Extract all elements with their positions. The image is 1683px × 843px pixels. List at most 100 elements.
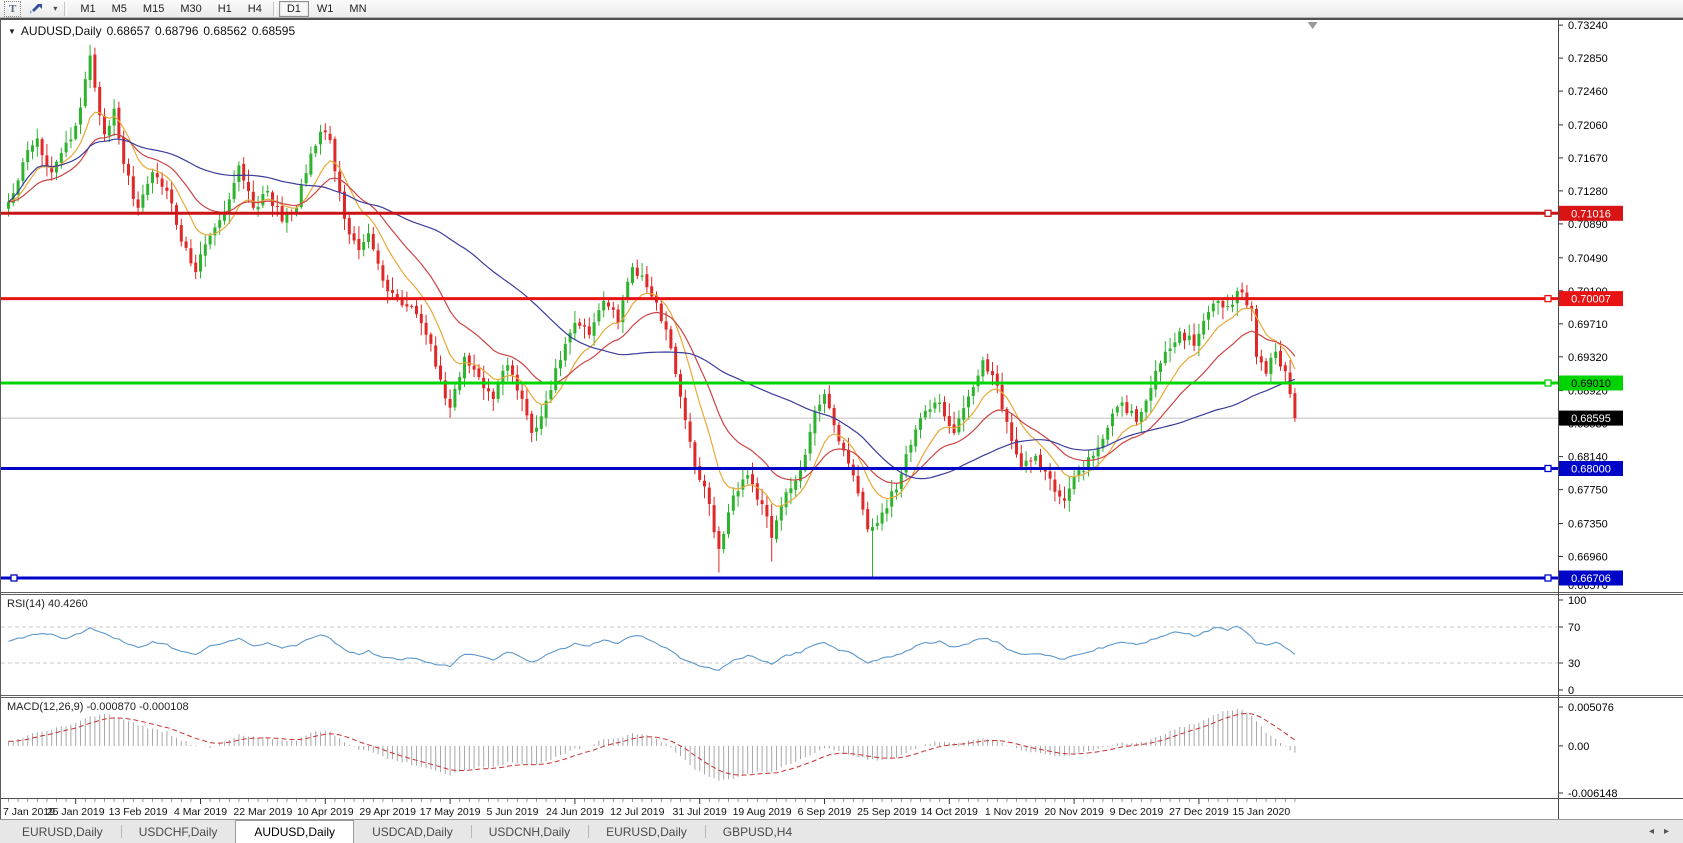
ohlc-open: 0.68657 [107,24,150,38]
date-label: 27 Dec 2019 [1169,806,1229,818]
timeframe-button-mn[interactable]: MN [341,1,374,17]
macd-axis[interactable]: 0.0050760.00-0.006148 [1559,695,1683,798]
text-tool-button[interactable]: T [4,1,21,17]
shift-marker-icon[interactable] [1308,22,1318,29]
main-chart-pane[interactable]: ▼ AUDUSD,Daily 0.68657 0.68796 0.68562 0… [1,18,1558,592]
ma-mid-line [9,134,1295,483]
macd-pane[interactable]: MACD(12,26,9) -0.000870 -0.000108 [1,695,1558,798]
timeframe-button-m5[interactable]: M5 [104,1,135,17]
timeframe-button-m15[interactable]: M15 [135,1,172,17]
macd-tick-label: -0.006148 [1568,788,1618,798]
chevron-down-icon: ▾ [53,4,57,13]
svg-text:0.70007: 0.70007 [1571,294,1611,306]
svg-text:0.66706: 0.66706 [1571,573,1611,585]
hline-handle[interactable] [1545,210,1551,216]
chart-tab-usdcnh-daily[interactable]: USDCNH,Daily [471,820,588,843]
rsi-tick-label: 30 [1568,658,1580,670]
rsi-tick-label: 70 [1568,622,1580,634]
styler-dropdown-button[interactable]: ▾ [51,1,59,17]
rsi-pane[interactable]: RSI(14) 40.4260 [1,592,1558,695]
timeframe-button-w1[interactable]: W1 [309,1,342,17]
chart-tabs: EURUSD,DailyUSDCHF,DailyAUDUSD,DailyUSDC… [0,820,1635,843]
svg-text:0.68000: 0.68000 [1571,464,1611,476]
price-badge-0.71016: 0.71016 [1559,206,1623,221]
chart-tab-gbpusd-h4[interactable]: GBPUSD,H4 [705,820,810,843]
rsi-line [9,626,1295,670]
ohlc-close: 0.68595 [252,24,295,38]
symbol-period-label: AUDUSD,Daily [21,24,102,38]
candlestick-chart[interactable] [1,20,1558,592]
top-toolbar: T ▾ M1M5M15M30H1H4 D1W1MN [0,0,1683,18]
hline-handle[interactable] [1545,466,1551,472]
price-tick-label: 0.71670 [1568,153,1608,165]
rsi-chart[interactable] [1,595,1558,695]
chart-tab-audusd-daily[interactable]: AUDUSD,Daily [235,820,354,843]
chart-tab-eurusd-daily[interactable]: EURUSD,Daily [4,820,121,843]
hline-handle[interactable] [1545,380,1551,386]
date-label: 9 Dec 2019 [1110,806,1164,818]
tab-scroll-right-icon[interactable]: ▸ [1664,826,1669,837]
chart-tab-eurusd-daily[interactable]: EURUSD,Daily [588,820,705,843]
hline-handle[interactable] [11,575,17,581]
tab-scroll-arrows: ◂ ▸ [1635,820,1683,843]
chart-area: ▼ AUDUSD,Daily 0.68657 0.68796 0.68562 0… [0,18,1683,819]
timeframe-button-d1[interactable]: D1 [279,1,309,17]
chart-tab-usdcad-daily[interactable]: USDCAD,Daily [354,820,471,843]
price-tick-label: 0.67750 [1568,485,1608,497]
date-axis[interactable]: 7 Jan 201925 Jan 201913 Feb 20194 Mar 20… [1,798,1558,819]
styler-button[interactable] [23,1,49,17]
price-tick-label: 0.72850 [1568,53,1608,65]
ohlc-high: 0.68796 [155,24,198,38]
date-label: 20 Nov 2019 [1044,806,1104,818]
price-badge-0.69010: 0.69010 [1559,376,1623,391]
macd-tick-label: 0.00 [1568,741,1589,753]
macd-label: MACD(12,26,9) -0.000870 -0.000108 [7,701,189,713]
rsi-tick-label: 0 [1568,685,1574,695]
svg-text:0.69010: 0.69010 [1571,378,1611,390]
macd-histogram [9,709,1295,781]
styler-icon [29,3,43,15]
price-tick-label: 0.69320 [1568,352,1608,364]
date-label: 25 Sep 2019 [857,806,917,818]
timeframe-button-m30[interactable]: M30 [172,1,209,17]
date-label: 22 Mar 2019 [233,806,292,818]
hline-handle[interactable] [1545,575,1551,581]
toolbar-separator [273,2,276,16]
timeframe-button-h1[interactable]: H1 [210,1,240,17]
bid-price-badge: 0.68595 [1559,411,1623,426]
price-tick-label: 0.67350 [1568,519,1608,531]
timeframe-button-h4[interactable]: H4 [240,1,270,17]
timeframe-toolbar: M1M5M15M30H1H4 D1W1MN [72,1,374,17]
macd-chart[interactable] [1,698,1558,798]
date-label: 4 Mar 2019 [174,806,227,818]
date-label: 24 Jun 2019 [546,806,604,818]
date-label: 14 Oct 2019 [921,806,978,818]
timeframe-button-m1[interactable]: M1 [72,1,103,17]
chart-tab-usdchf-daily[interactable]: USDCHF,Daily [121,820,236,843]
date-label: 17 May 2019 [420,806,481,818]
price-tick-label: 0.73240 [1568,20,1608,32]
svg-text:0.68595: 0.68595 [1571,413,1611,425]
price-axis[interactable]: 0.73240 0.72850 0.72460 0.72060 0.71670 0.712… [1559,18,1683,592]
date-label: 29 Apr 2019 [359,806,416,818]
price-badge-0.66706: 0.66706 [1559,571,1623,586]
price-tick-label: 0.72060 [1568,120,1608,132]
toolbar-separator [64,2,67,16]
chart-tab-bar: EURUSD,DailyUSDCHF,DailyAUDUSD,DailyUSDC… [0,819,1683,843]
date-label: 1 Nov 2019 [985,806,1039,818]
price-tick-label: 0.72460 [1568,86,1608,98]
tab-scroll-left-icon[interactable]: ◂ [1649,826,1654,837]
date-label: 19 Aug 2019 [733,806,792,818]
ma-slow-line [9,139,1295,478]
price-tick-label: 0.71280 [1568,186,1608,198]
svg-text:0.71016: 0.71016 [1571,208,1611,220]
hline-handle[interactable] [1545,296,1551,302]
collapse-arrow-icon[interactable]: ▼ [8,27,16,36]
date-label: 13 Feb 2019 [109,806,168,818]
date-label: 5 Jun 2019 [487,806,539,818]
date-label: 12 Jul 2019 [610,806,664,818]
date-label: 15 Jan 2020 [1232,806,1290,818]
price-tick-label: 0.66960 [1568,552,1608,564]
rsi-label: RSI(14) 40.4260 [7,598,88,610]
rsi-axis[interactable]: 10070300 [1559,592,1683,695]
